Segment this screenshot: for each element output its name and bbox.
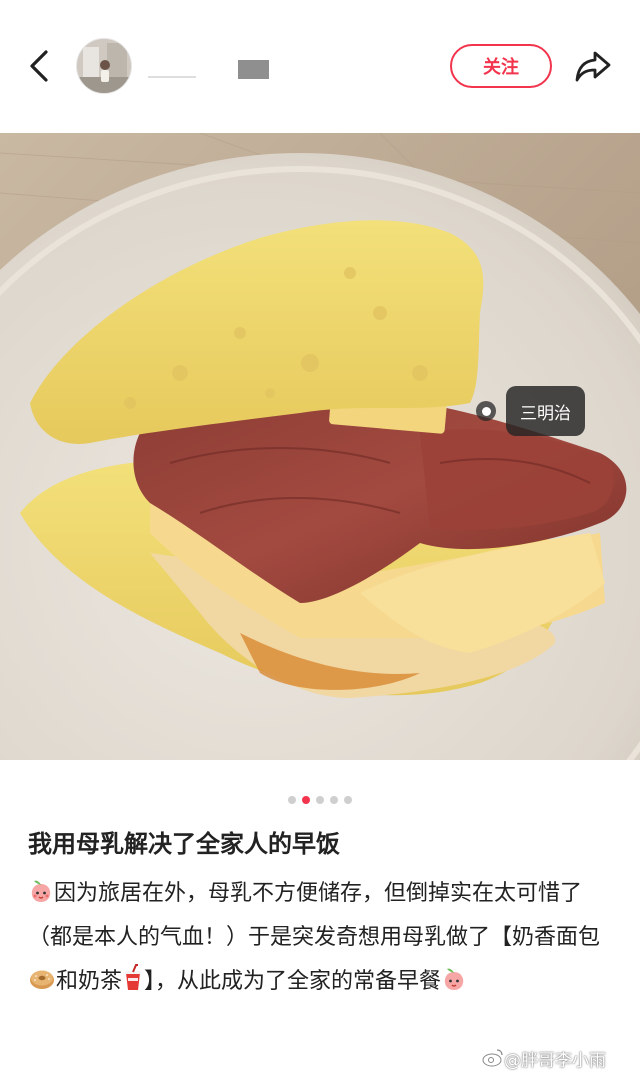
- weibo-logo-icon: [482, 1049, 503, 1067]
- image-pagination: [0, 796, 640, 806]
- page-dot[interactable]: [344, 796, 352, 804]
- post-body-text-2: 和奶茶: [56, 969, 123, 994]
- page-dot[interactable]: [288, 796, 296, 804]
- share-icon[interactable]: [572, 46, 614, 86]
- post-header: 关注: [0, 0, 640, 133]
- follow-button[interactable]: 关注: [450, 44, 552, 88]
- post-title: 我用母乳解决了全家人的早饭: [28, 830, 340, 858]
- sandwich-photo: [0, 133, 640, 760]
- watermark-text: @胖哥李小雨: [504, 1051, 606, 1071]
- tag-dot-icon: [476, 401, 496, 421]
- peach-face-emoji-icon: [444, 968, 464, 990]
- post-body: 因为旅居在外，母乳不方便储存，但倒掉实在太可惜了（都是本人的气血！）于是突发奇想…: [28, 872, 618, 1004]
- peach-face-emoji-icon: [31, 880, 51, 902]
- page-dot[interactable]: [330, 796, 338, 804]
- product-tag-label: 三明治: [506, 386, 585, 436]
- author-avatar[interactable]: [76, 38, 132, 94]
- author-name-redaction: [238, 60, 269, 79]
- page-dot-active[interactable]: [302, 796, 310, 804]
- product-tag[interactable]: 三明治: [476, 386, 585, 436]
- post-photo[interactable]: 三明治: [0, 133, 640, 760]
- bagel-emoji-icon: [30, 970, 54, 989]
- post-body-text-3: 】，从此成为了全家的常备早餐: [144, 969, 442, 994]
- post-body-text-1: 因为旅居在外，母乳不方便储存，但倒掉实在太可惜了（都是本人的气血！）于是突发奇想…: [28, 881, 601, 950]
- back-chevron-icon[interactable]: [24, 46, 56, 86]
- cup-with-straw-emoji-icon: [125, 964, 142, 990]
- page-dot[interactable]: [316, 796, 324, 804]
- author-name-placeholder: [148, 76, 196, 78]
